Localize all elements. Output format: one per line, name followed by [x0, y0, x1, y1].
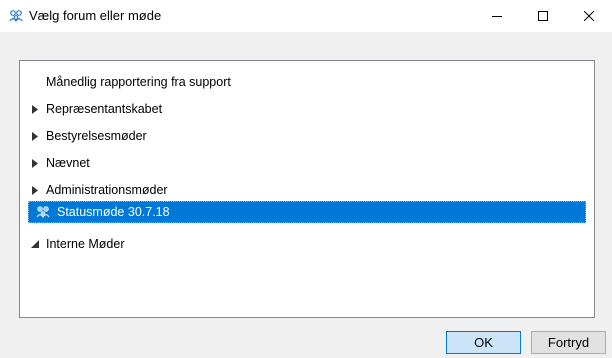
tree-item-label: Statusmøde 30.7.18 [57, 205, 170, 219]
minimize-icon [492, 11, 502, 21]
tree-item-label: Nævnet [46, 156, 90, 170]
tree-item-label: Månedlig rapportering fra support [46, 75, 231, 89]
minimize-button[interactable] [474, 0, 520, 32]
expand-arrow-icon[interactable] [30, 152, 40, 174]
forum-tree[interactable]: Månedlig rapportering fra support Repræs… [19, 60, 595, 318]
tree-item-label: Interne Møder [46, 237, 125, 251]
expand-arrow-icon[interactable] [30, 98, 40, 120]
cancel-button[interactable]: Fortryd [531, 331, 606, 354]
tree-item-label: Repræsentantskabet [46, 102, 163, 116]
expand-arrow-icon[interactable] [30, 125, 40, 147]
window-title: Vælg forum eller møde [29, 8, 162, 23]
title-bar[interactable]: Vælg forum eller møde [0, 0, 612, 32]
ok-button[interactable]: OK [446, 331, 521, 354]
expand-arrow-icon[interactable] [30, 179, 40, 201]
maximize-button[interactable] [520, 0, 566, 32]
maximize-icon [538, 11, 548, 21]
close-button[interactable] [566, 0, 612, 32]
tree-item-label: Administrationsmøder [46, 183, 168, 197]
tree-item-selected[interactable]: Statusmøde 30.7.18 [28, 201, 586, 223]
dialog-window: Vælg forum eller møde Månedlig rapporter… [0, 0, 612, 358]
collapse-arrow-icon[interactable] [30, 233, 40, 255]
forum-icon [8, 8, 24, 24]
close-icon [584, 11, 594, 21]
meeting-icon [35, 204, 51, 220]
tree-item-label: Bestyrelsesmøder [46, 129, 147, 143]
